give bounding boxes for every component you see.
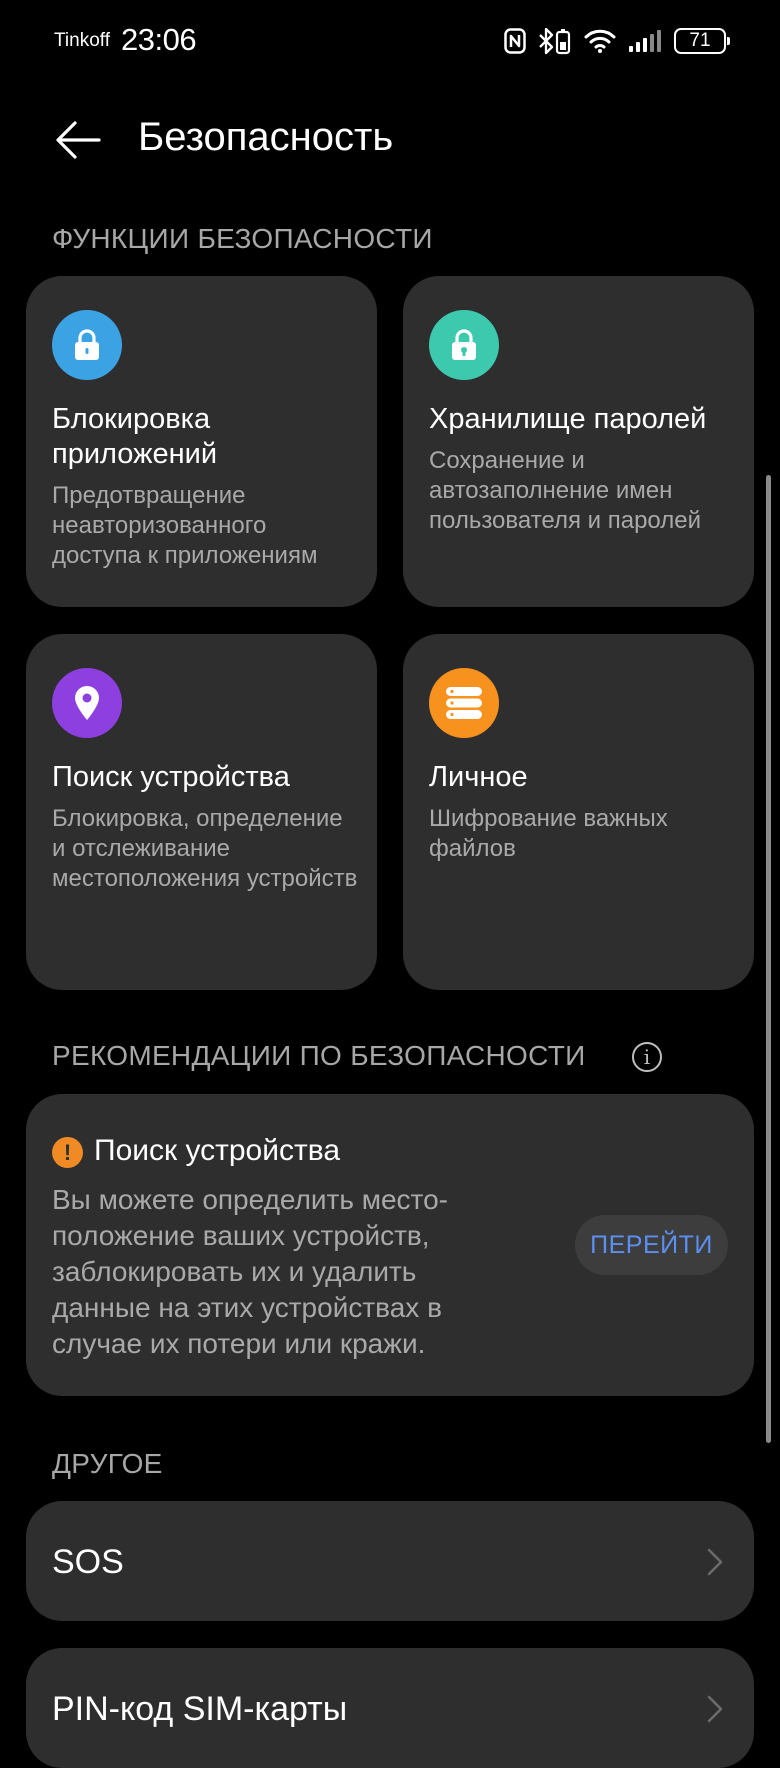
wifi-icon [584, 29, 616, 53]
feature-title: Блокировка приложений [52, 403, 218, 470]
section-header-other: ДРУГОЕ [52, 1448, 163, 1479]
storage-icon [429, 668, 499, 738]
go-button[interactable]: ПЕРЕЙТИ [575, 1215, 728, 1275]
keyhole-lock-icon [429, 310, 499, 380]
carrier-name: Tinkoff [54, 30, 110, 51]
battery-icon: 71 [674, 28, 730, 54]
lock-icon [52, 310, 122, 380]
app-bar: Безопасность [0, 95, 780, 185]
status-icons: 71 [504, 24, 730, 58]
feature-title: Хранилище паролей [429, 403, 707, 435]
nfc-icon [504, 28, 526, 54]
section-header-features: ФУНКЦИИ БЕЗОПАСНОСТИ [52, 223, 433, 254]
feature-card-password-vault[interactable]: Хранилище паролей Сохранение и автозапол… [403, 276, 754, 607]
list-item-sos[interactable]: SOS [26, 1501, 754, 1621]
feature-desc: Шифрование важных файлов [429, 805, 668, 862]
feature-title: Личное [429, 761, 528, 793]
recommendation-desc: Вы можете определить место-положение ваш… [52, 1184, 448, 1359]
section-header-recommendations: РЕКОМЕНДАЦИИ ПО БЕЗОПАСНОСТИ [52, 1040, 586, 1071]
list-item-label: PIN-код SIM-карты [52, 1690, 348, 1728]
info-icon[interactable]: i [632, 1042, 662, 1072]
page-title: Безопасность [138, 115, 394, 159]
feature-desc: Сохранение и автозаполнение имен пользов… [429, 447, 701, 534]
list-item-label: SOS [52, 1543, 124, 1581]
status-bar: Tinkoff 23:06 71 [0, 0, 780, 80]
feature-card-find-device[interactable]: Поиск устройства Блокировка, определение… [26, 634, 377, 990]
signal-icon [628, 29, 662, 53]
back-button[interactable] [48, 115, 108, 165]
list-item-sim-pin[interactable]: PIN-код SIM-карты [26, 1648, 754, 1768]
chevron-right-icon [707, 1695, 723, 1723]
feature-card-private[interactable]: Личное Шифрование важных файлов [403, 634, 754, 990]
feature-title: Поиск устройства [52, 761, 290, 793]
recommendation-card: ! Поиск устройства Вы можете определить … [26, 1094, 754, 1396]
scrollbar[interactable] [766, 475, 771, 1443]
location-pin-icon [52, 668, 122, 738]
arrow-left-icon [56, 121, 101, 159]
feature-desc: Блокировка, определение и отслеживание м… [52, 805, 358, 892]
warning-icon: ! [52, 1137, 83, 1168]
status-time: 23:06 [121, 22, 197, 57]
recommendation-title: Поиск устройства [94, 1134, 341, 1167]
feature-desc: Предотвращение неавторизованного доступа… [52, 482, 318, 569]
bluetooth-icon [538, 27, 572, 55]
feature-card-app-lock[interactable]: Блокировка приложений Предотвращение неа… [26, 276, 377, 607]
chevron-right-icon [707, 1548, 723, 1576]
